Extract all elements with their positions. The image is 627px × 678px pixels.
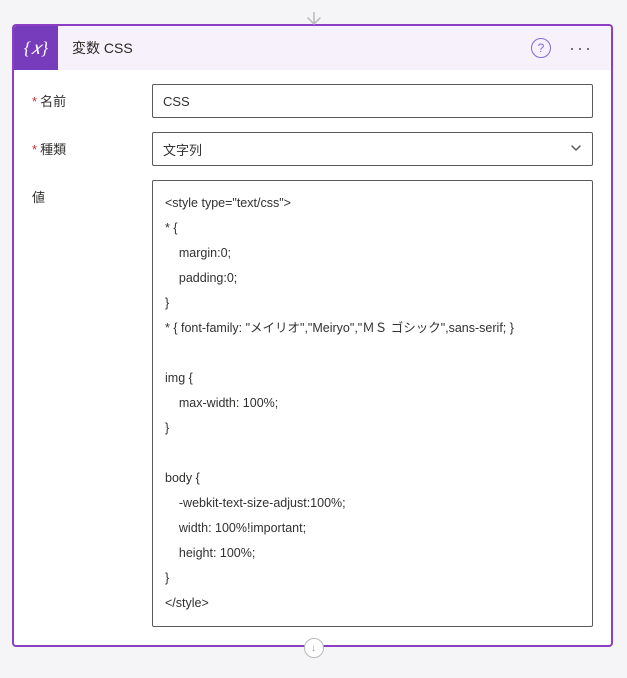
control-name (152, 84, 593, 118)
chevron-down-icon (570, 142, 582, 157)
more-icon[interactable]: ··· (567, 39, 595, 57)
card-body: 名前 種類 文字列 値 <style type="text/css"> * { … (14, 70, 611, 645)
variable-icon: {𝑥} (14, 26, 58, 70)
variable-action-card: {𝑥} 変数 CSS ? ··· 名前 種類 文字列 (12, 24, 613, 647)
control-value: <style type="text/css"> * { margin:0; pa… (152, 180, 593, 627)
label-name: 名前 (32, 84, 152, 110)
value-editor[interactable]: <style type="text/css"> * { margin:0; pa… (152, 180, 593, 627)
variable-glyph: {𝑥} (24, 38, 48, 59)
card-title: 変数 CSS (58, 38, 531, 58)
row-value: 値 <style type="text/css"> * { margin:0; … (32, 180, 593, 627)
label-type: 種類 (32, 132, 152, 158)
connector-bottom: ↓ (12, 646, 615, 666)
row-name: 名前 (32, 84, 593, 118)
help-icon[interactable]: ? (531, 38, 551, 58)
type-select[interactable]: 文字列 (152, 132, 593, 166)
header-actions: ? ··· (531, 38, 601, 58)
card-header[interactable]: {𝑥} 変数 CSS ? ··· (14, 26, 611, 70)
name-input[interactable] (152, 84, 593, 118)
label-value: 値 (32, 180, 152, 206)
control-type: 文字列 (152, 132, 593, 166)
row-type: 種類 文字列 (32, 132, 593, 166)
add-step-icon[interactable]: ↓ (304, 638, 324, 658)
type-select-value: 文字列 (163, 140, 202, 159)
